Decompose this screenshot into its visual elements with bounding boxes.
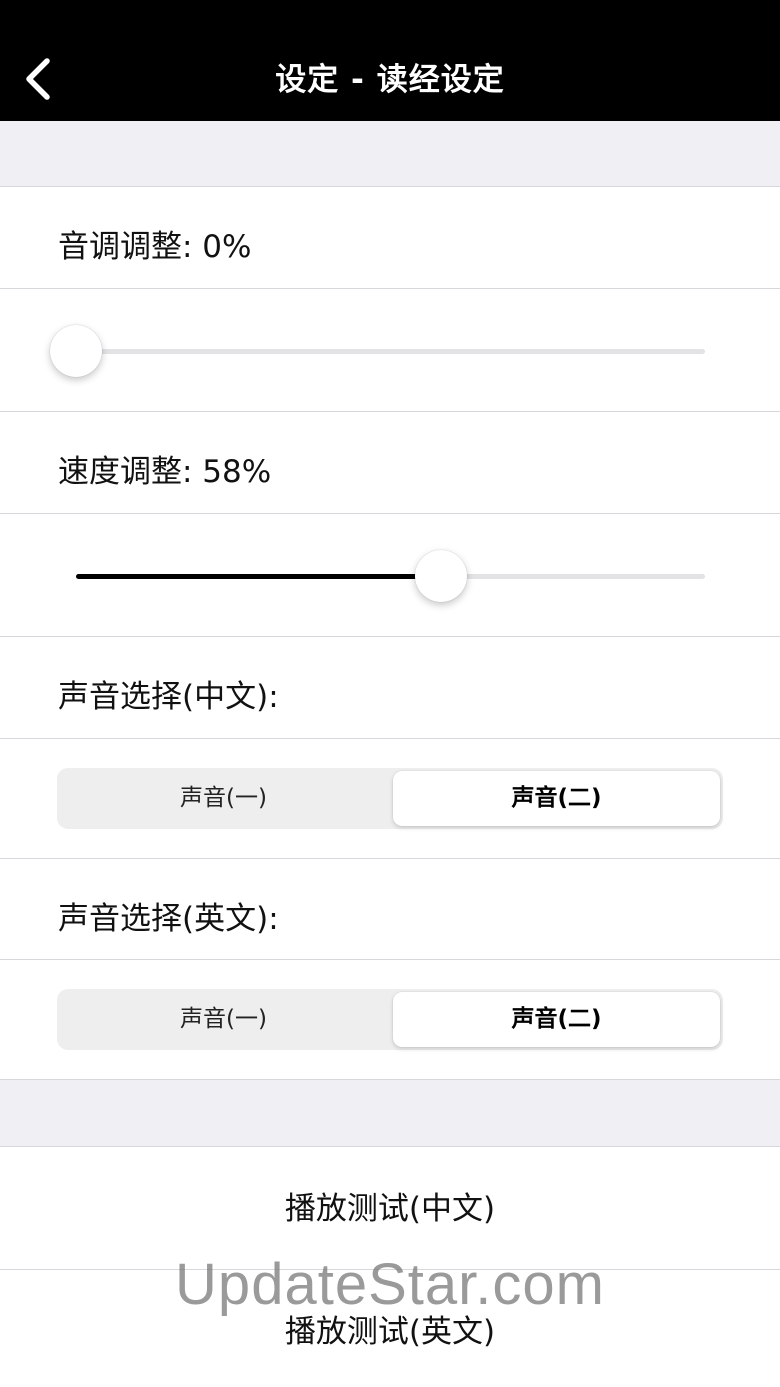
speed-slider-row — [0, 514, 780, 637]
voice-chinese-label-row: 声音选择(中文): — [0, 637, 780, 739]
voice-english-control-row: 声音(一) 声音(二) — [0, 960, 780, 1080]
play-test-chinese-label: 播放测试(中文) — [284, 1191, 496, 1227]
voice-chinese-control-row: 声音(一) 声音(二) — [0, 739, 780, 859]
navigation-bar: 设定 - 读经设定 — [0, 0, 780, 121]
voice-english-option-1[interactable]: 声音(一) — [60, 992, 387, 1047]
page-title: 设定 - 读经设定 — [275, 62, 505, 98]
speed-slider-fill — [76, 574, 441, 579]
pitch-slider-thumb[interactable] — [50, 325, 102, 377]
voice-chinese-option-1[interactable]: 声音(一) — [60, 771, 387, 826]
voice-chinese-label: 声音选择(中文): — [58, 679, 279, 715]
speed-label-row: 速度调整: 58% — [0, 412, 780, 514]
voice-english-option-2[interactable]: 声音(二) — [393, 992, 720, 1047]
watermark: UpdateStar.com — [175, 1252, 605, 1317]
speed-slider-thumb[interactable] — [414, 550, 467, 602]
voice-english-segmented-control: 声音(一) 声音(二) — [57, 989, 723, 1050]
speed-slider[interactable] — [76, 550, 705, 602]
settings-screen: 设定 - 读经设定 音调调整: 0% 速度调整: 58% 声音选择(中文): 声… — [0, 0, 780, 1387]
voice-english-label: 声音选择(英文): — [58, 901, 279, 937]
voice-chinese-segmented-control: 声音(一) 声音(二) — [57, 768, 723, 829]
voice-english-label-row: 声音选择(英文): — [0, 859, 780, 960]
pitch-label: 音调调整: 0% — [58, 229, 252, 265]
pitch-slider[interactable] — [50, 325, 705, 377]
pitch-slider-row — [0, 289, 780, 412]
pitch-label-row: 音调调整: 0% — [0, 186, 780, 289]
voice-chinese-option-2[interactable]: 声音(二) — [393, 771, 720, 826]
speed-label: 速度调整: 58% — [58, 454, 272, 490]
